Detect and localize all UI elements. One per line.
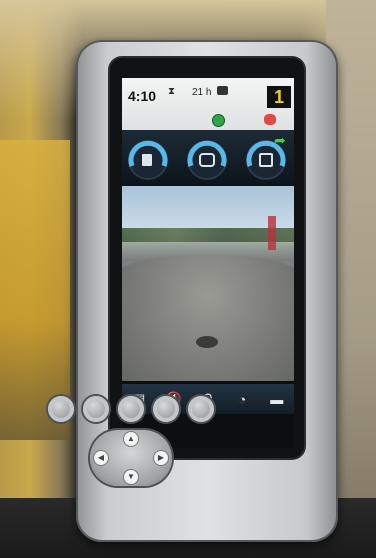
fuel-pump-icon — [142, 154, 152, 166]
rear-camera-view — [122, 186, 294, 381]
fuel-gauge — [126, 136, 170, 180]
green-status-icon — [212, 114, 225, 127]
camera-pothole — [196, 336, 218, 348]
hour-meter-icon — [217, 86, 228, 95]
fuel-gauge-dial — [128, 140, 168, 180]
clock-time: 4:10 — [128, 88, 157, 104]
green-arrow-icon: ➦ — [274, 132, 286, 148]
hardware-button-1[interactable] — [48, 396, 74, 422]
hardware-button-4[interactable] — [153, 396, 179, 422]
camera-icon: ▬ — [270, 391, 284, 407]
hardware-button-3[interactable] — [118, 396, 144, 422]
speedometer-icon: ◔ — [238, 391, 247, 407]
up-arrow-button[interactable]: ▲ — [124, 432, 138, 446]
gauge-row: ➦ — [122, 130, 294, 186]
hardware-button-5[interactable] — [188, 396, 214, 422]
coolant-gauge-dial — [187, 140, 227, 180]
hardware-button-2[interactable] — [83, 396, 109, 422]
screen: 4:10 ⧗ 21 h 1 ➦ ◔ ▬ — [122, 78, 294, 448]
engine-hours: 21 h — [192, 87, 212, 98]
camera-barrier — [268, 216, 276, 250]
left-arrow-button[interactable]: ◀ — [94, 451, 108, 465]
coolant-gauge — [185, 136, 229, 180]
down-arrow-button[interactable]: ▼ — [124, 470, 138, 484]
camera-softkey[interactable]: ▬ — [263, 388, 291, 410]
navigation-pad: ▲ ▼ ◀ ▶ — [90, 430, 172, 486]
gear-indicator: 1 — [267, 86, 291, 108]
status-bar: 4:10 ⧗ 21 h 1 — [122, 78, 294, 130]
camera-ground — [122, 254, 294, 381]
hardware-button-row — [48, 396, 214, 426]
background-left — [0, 140, 70, 440]
hourglass-icon: ⧗ — [168, 86, 176, 97]
speed-softkey[interactable]: ◔ — [228, 388, 256, 410]
red-warning-icon — [264, 114, 276, 125]
right-arrow-button[interactable]: ▶ — [154, 451, 168, 465]
